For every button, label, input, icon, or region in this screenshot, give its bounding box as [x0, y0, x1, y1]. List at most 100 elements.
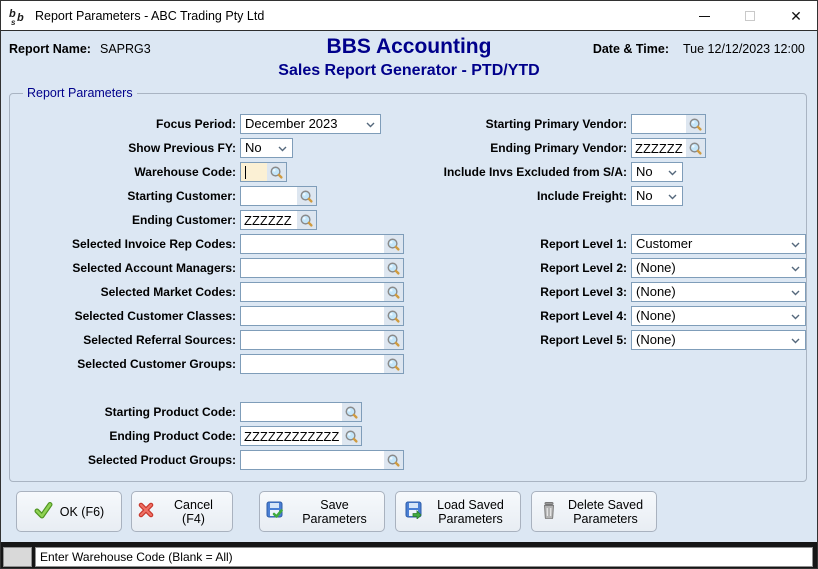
- focus-period-select[interactable]: December 2023: [240, 114, 381, 134]
- close-icon: ✕: [790, 8, 802, 24]
- groupbox-title: Report Parameters: [23, 86, 137, 100]
- save-icon: [266, 501, 284, 522]
- selected-customer-groups-input[interactable]: [241, 355, 384, 373]
- status-message: Enter Warehouse Code (Blank = All): [35, 547, 813, 567]
- report-level-1-value: Customer: [636, 236, 693, 251]
- show-previous-fy-label: Show Previous FY:: [128, 141, 236, 155]
- report-level-1-select[interactable]: Customer: [631, 234, 806, 254]
- maximize-button[interactable]: [734, 4, 766, 28]
- search-icon[interactable]: [686, 115, 705, 133]
- selected-account-managers-label: Selected Account Managers:: [72, 261, 236, 275]
- load-saved-parameters-button[interactable]: Load Saved Parameters: [395, 491, 521, 532]
- include-invs-excluded-value: No: [636, 164, 653, 179]
- selected-customer-groups-label: Selected Customer Groups:: [77, 357, 236, 371]
- datetime-label: Date & Time:: [592, 42, 669, 56]
- cancel-button[interactable]: Cancel (F4): [131, 491, 233, 532]
- chevron-down-icon: [668, 170, 677, 176]
- selected-invoice-rep-codes-lookup: [240, 234, 404, 254]
- search-icon[interactable]: [342, 427, 361, 445]
- ending-product-code-input[interactable]: [241, 427, 342, 445]
- starting-primary-vendor-input[interactable]: [632, 115, 686, 133]
- selected-customer-classes-label: Selected Customer Classes:: [74, 309, 236, 323]
- starting-product-code-lookup: [240, 402, 362, 422]
- delete-saved-parameters-button[interactable]: Delete Saved Parameters: [531, 491, 657, 532]
- selected-product-groups-lookup: [240, 450, 404, 470]
- status-grip: [3, 547, 32, 567]
- ending-primary-vendor-label: Ending Primary Vendor:: [490, 141, 627, 155]
- report-level-2-select[interactable]: (None): [631, 258, 806, 278]
- search-icon[interactable]: [297, 187, 316, 205]
- ending-product-code-label: Ending Product Code:: [109, 429, 236, 443]
- chevron-down-icon: [791, 242, 800, 248]
- include-freight-select[interactable]: No: [631, 186, 683, 206]
- selected-invoice-rep-codes-label: Selected Invoice Rep Codes:: [71, 237, 236, 251]
- show-previous-fy-select[interactable]: No: [240, 138, 293, 158]
- chevron-down-icon: [791, 314, 800, 320]
- maximize-icon: [745, 11, 755, 21]
- selected-invoice-rep-codes-input[interactable]: [241, 235, 384, 253]
- selected-referral-sources-lookup: [240, 330, 404, 350]
- report-level-3-value: (None): [636, 284, 676, 299]
- report-level-3-label: Report Level 3:: [540, 285, 627, 299]
- load-icon: [405, 501, 423, 522]
- selected-product-groups-input[interactable]: [241, 451, 384, 469]
- search-icon[interactable]: [342, 403, 361, 421]
- show-previous-fy-value: No: [245, 140, 262, 155]
- ending-primary-vendor-input[interactable]: [632, 139, 686, 157]
- warehouse-code-label: Warehouse Code:: [134, 165, 236, 179]
- page-title: Sales Report Generator - PTD/YTD: [278, 62, 540, 79]
- starting-product-code-input[interactable]: [241, 403, 342, 421]
- text-caret: [245, 166, 246, 179]
- selected-market-codes-lookup: [240, 282, 404, 302]
- selected-customer-classes-lookup: [240, 306, 404, 326]
- selected-referral-sources-label: Selected Referral Sources:: [83, 333, 236, 347]
- save-parameters-button[interactable]: Save Parameters: [259, 491, 385, 532]
- svg-text:b: b: [17, 12, 24, 24]
- ok-button-label: OK (F6): [59, 504, 105, 519]
- include-freight-label: Include Freight:: [537, 189, 627, 203]
- selected-market-codes-input[interactable]: [241, 283, 384, 301]
- minimize-button[interactable]: [688, 4, 720, 28]
- report-level-5-select[interactable]: (None): [631, 330, 806, 350]
- report-level-4-select[interactable]: (None): [631, 306, 806, 326]
- report-level-3-select[interactable]: (None): [631, 282, 806, 302]
- search-icon[interactable]: [297, 211, 316, 229]
- ending-customer-input[interactable]: [241, 211, 297, 229]
- report-level-1-label: Report Level 1:: [540, 237, 627, 251]
- search-icon[interactable]: [384, 355, 403, 373]
- chevron-down-icon: [791, 338, 800, 344]
- selected-product-groups-label: Selected Product Groups:: [87, 453, 236, 467]
- starting-primary-vendor-lookup: [631, 114, 706, 134]
- datetime-value: Tue 12/12/2023 12:00: [683, 42, 805, 56]
- load-saved-parameters-label: Load Saved Parameters: [437, 497, 504, 526]
- titlebar: b s b Report Parameters - ABC Trading Pt…: [1, 1, 817, 31]
- selected-market-codes-label: Selected Market Codes:: [100, 285, 236, 299]
- status-bar: Enter Warehouse Code (Blank = All): [1, 542, 817, 568]
- include-invs-excluded-select[interactable]: No: [631, 162, 683, 182]
- report-level-5-value: (None): [636, 332, 676, 347]
- report-level-2-label: Report Level 2:: [540, 261, 627, 275]
- search-icon[interactable]: [686, 139, 705, 157]
- selected-account-managers-input[interactable]: [241, 259, 384, 277]
- delete-saved-parameters-label: Delete Saved Parameters: [567, 497, 644, 526]
- selected-referral-sources-input[interactable]: [241, 331, 384, 349]
- search-icon[interactable]: [384, 451, 403, 469]
- ok-button[interactable]: OK (F6): [16, 491, 122, 532]
- selected-customer-groups-lookup: [240, 354, 404, 374]
- selected-account-managers-lookup: [240, 258, 404, 278]
- close-button[interactable]: ✕: [780, 4, 812, 28]
- ending-product-code-lookup: [240, 426, 362, 446]
- chevron-down-icon: [278, 146, 287, 152]
- report-level-4-label: Report Level 4:: [540, 309, 627, 323]
- chevron-down-icon: [366, 122, 375, 128]
- save-parameters-label: Save Parameters: [302, 497, 367, 526]
- search-icon[interactable]: [267, 163, 286, 181]
- warehouse-code-lookup: [240, 162, 287, 182]
- report-level-4-value: (None): [636, 308, 676, 323]
- starting-product-code-label: Starting Product Code:: [104, 405, 236, 419]
- selected-customer-classes-input[interactable]: [241, 307, 384, 325]
- window-title: Report Parameters - ABC Trading Pty Ltd: [35, 9, 265, 23]
- focus-period-label: Focus Period:: [155, 117, 236, 131]
- starting-customer-input[interactable]: [241, 187, 297, 205]
- svg-text:s: s: [11, 18, 16, 26]
